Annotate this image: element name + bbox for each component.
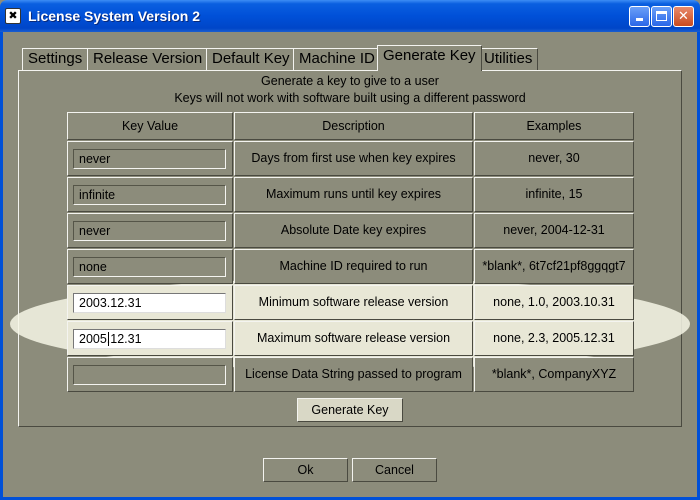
minimize-button[interactable] bbox=[629, 6, 650, 27]
minimize-icon bbox=[636, 18, 643, 21]
key-value-runs-field[interactable]: infinite bbox=[73, 185, 226, 205]
table-cell-description: Absolute Date key expires bbox=[234, 213, 473, 248]
cancel-button[interactable]: Cancel bbox=[352, 458, 437, 482]
tab-settings[interactable]: Settings bbox=[22, 48, 89, 70]
key-value-min-version-field[interactable]: 2003.12.31 bbox=[73, 293, 226, 313]
table-cell-examples: never, 2004-12-31 bbox=[474, 213, 634, 248]
title-bar[interactable]: ✖ License System Version 2 ✕ bbox=[0, 0, 700, 32]
tab-release-version[interactable]: Release Version bbox=[87, 48, 209, 70]
key-value-license-data-field[interactable] bbox=[73, 365, 226, 385]
close-button[interactable]: ✕ bbox=[673, 6, 694, 27]
table-cell-examples: *blank*, CompanyXYZ bbox=[474, 357, 634, 392]
table-cell-description: Maximum software release version bbox=[234, 321, 473, 356]
table-cell-description: Machine ID required to run bbox=[234, 249, 473, 284]
window-title: License System Version 2 bbox=[28, 8, 200, 24]
key-value-absolute-date-field[interactable]: never bbox=[73, 221, 226, 241]
table-cell-description: Minimum software release version bbox=[234, 285, 473, 320]
table-cell-description: License Data String passed to program bbox=[234, 357, 473, 392]
panel-warning: Keys will not work with software built u… bbox=[174, 91, 526, 105]
text-cursor bbox=[108, 332, 109, 346]
key-value-machine-id-field[interactable]: none bbox=[73, 257, 226, 277]
table-cell-examples: none, 1.0, 2003.10.31 bbox=[474, 285, 634, 320]
table-cell-examples: *blank*, 6t7cf21pf8ggqgt7 bbox=[474, 249, 634, 284]
table-cell-examples: infinite, 15 bbox=[474, 177, 634, 212]
panel-instruction: Generate a key to give to a user bbox=[261, 74, 439, 88]
tab-machine-id[interactable]: Machine ID bbox=[293, 48, 381, 70]
column-header-key-value: Key Value bbox=[67, 112, 233, 140]
key-value-max-version-field[interactable]: 2005.12.31 bbox=[73, 329, 226, 349]
close-icon: ✕ bbox=[678, 9, 689, 24]
tab-utilities[interactable]: Utilities bbox=[478, 48, 539, 70]
table-cell-description: Maximum runs until key expires bbox=[234, 177, 473, 212]
generate-key-button[interactable]: Generate Key bbox=[297, 398, 403, 422]
table-cell-examples: none, 2.3, 2005.12.31 bbox=[474, 321, 634, 356]
app-icon[interactable]: ✖ bbox=[5, 8, 21, 24]
column-header-examples: Examples bbox=[474, 112, 634, 140]
ok-button[interactable]: Ok bbox=[263, 458, 348, 482]
table-cell-description: Days from first use when key expires bbox=[234, 141, 473, 176]
key-value-days-field[interactable]: never bbox=[73, 149, 226, 169]
maximize-icon bbox=[656, 11, 667, 21]
column-header-description: Description bbox=[234, 112, 473, 140]
maximize-button[interactable] bbox=[651, 6, 672, 27]
table-cell-examples: never, 30 bbox=[474, 141, 634, 176]
tab-default-key[interactable]: Default Key bbox=[206, 48, 296, 70]
tab-generate-key[interactable]: Generate Key bbox=[377, 45, 482, 71]
